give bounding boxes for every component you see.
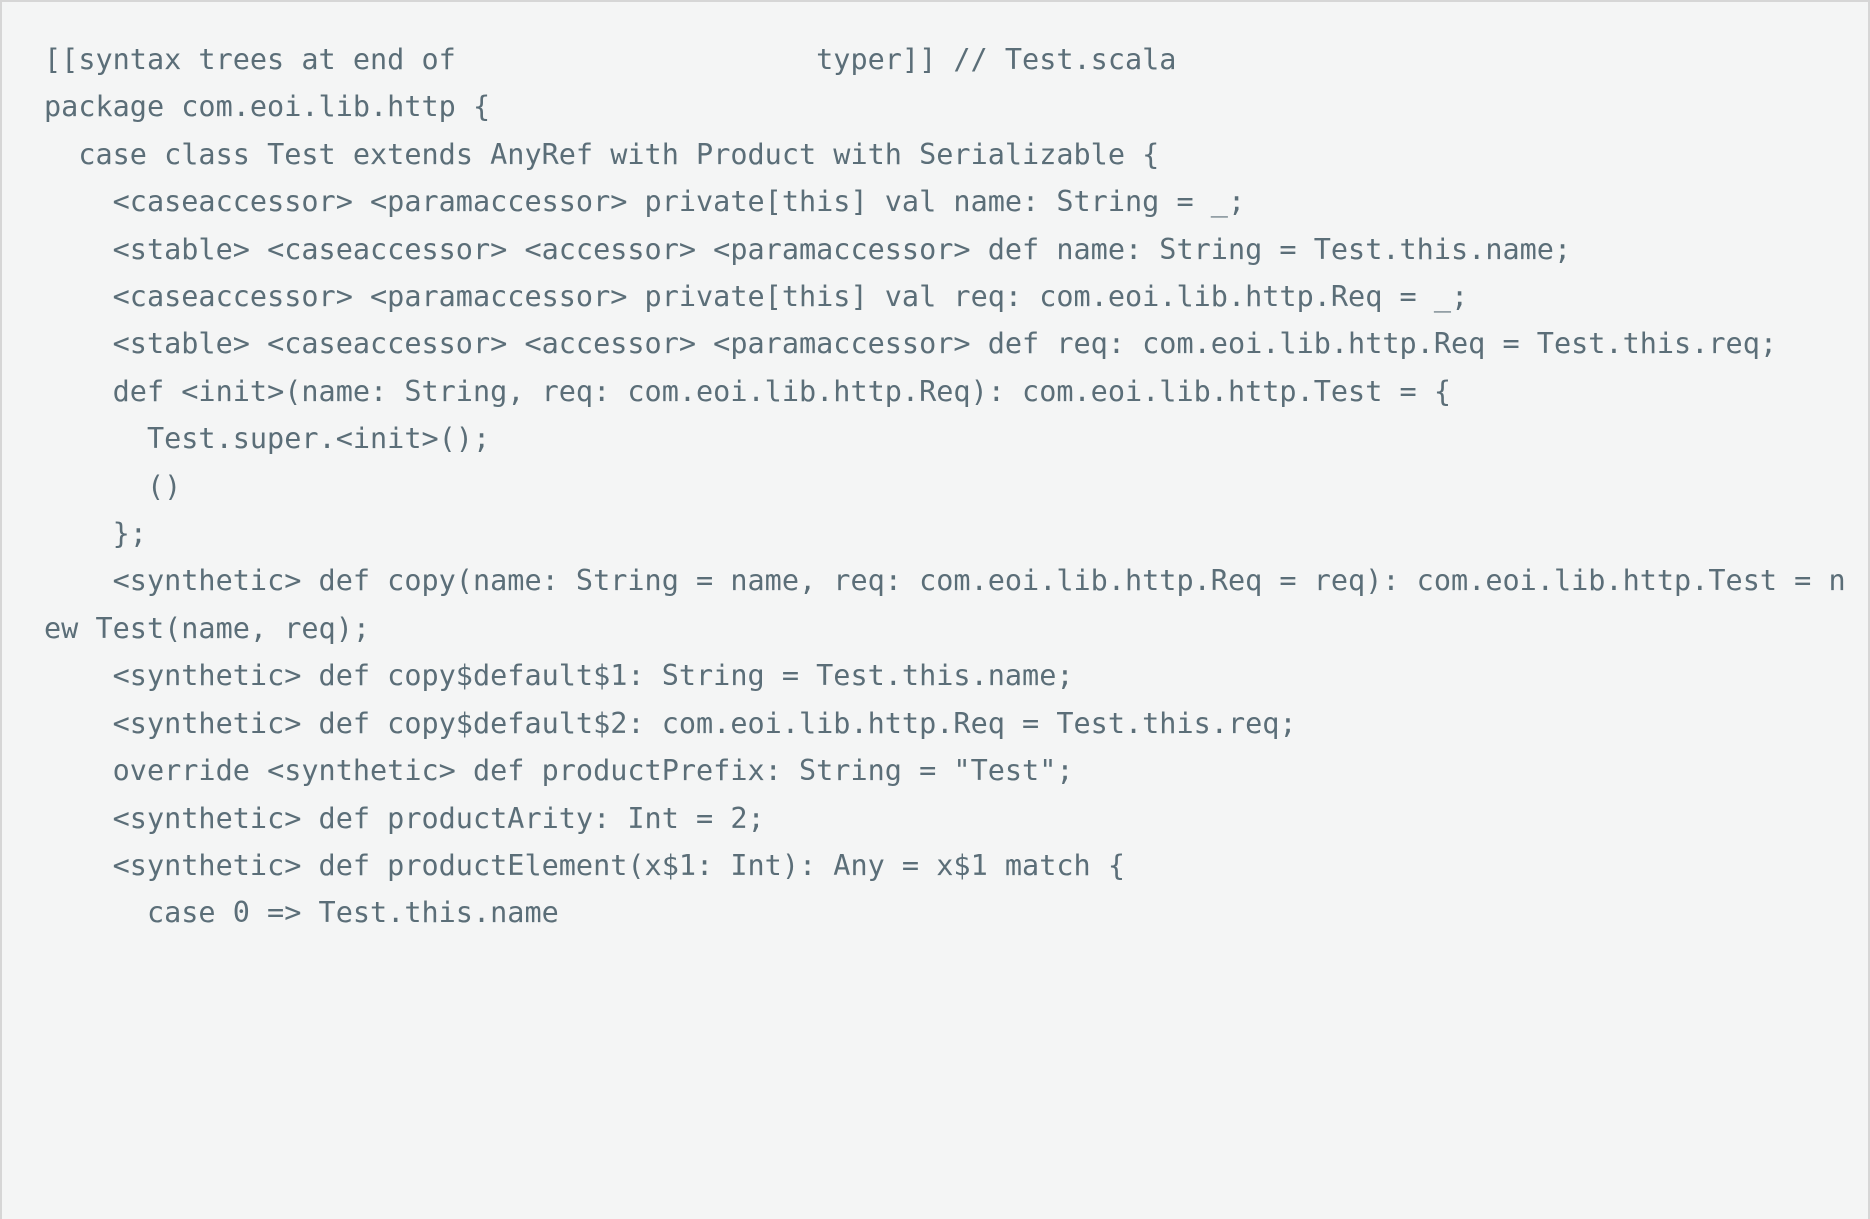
syntax-tree-code-text: [[syntax trees at end of typer]] // Test… (44, 43, 1846, 930)
code-output-panel[interactable]: [[syntax trees at end of typer]] // Test… (0, 0, 1870, 1219)
